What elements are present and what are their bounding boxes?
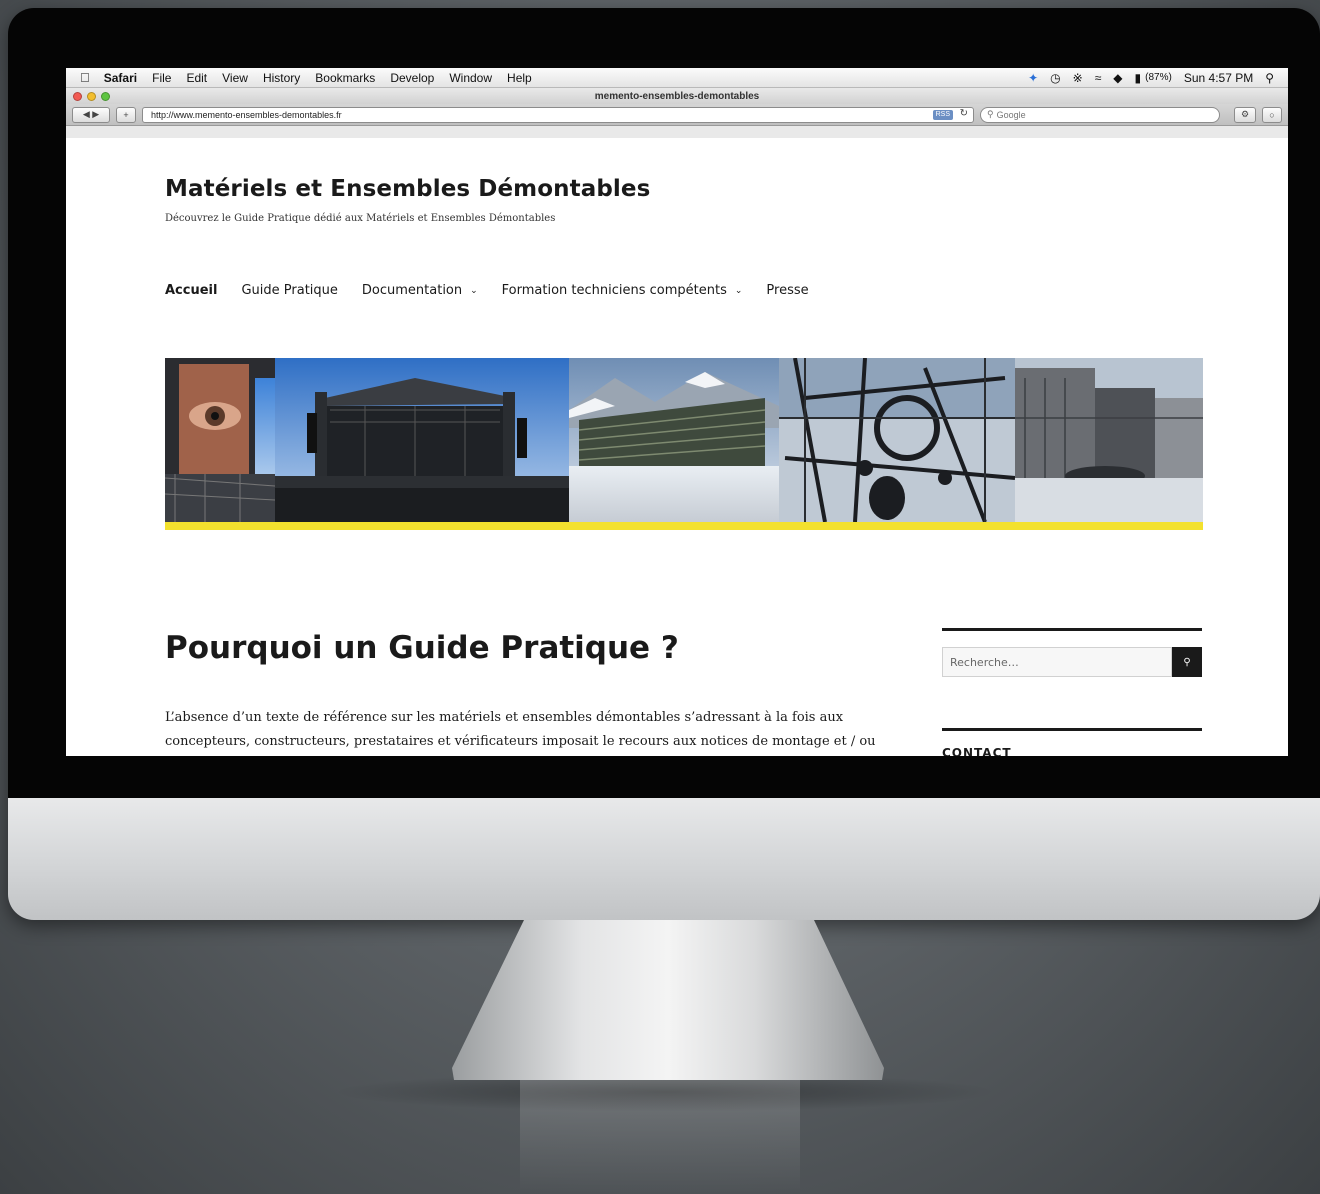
window-titlebar: memento-ensembles-demontables <box>66 88 1288 104</box>
back-forward-button[interactable]: ◀ ▶ <box>72 106 110 123</box>
web-page: Matériels et Ensembles Démontables Décou… <box>66 146 1288 756</box>
menu-window[interactable]: Window <box>449 71 492 85</box>
window-title: memento-ensembles-demontables <box>594 90 760 102</box>
monitor-stand <box>452 920 884 1080</box>
browser-search-placeholder: Google <box>996 109 1026 120</box>
banner-photo-grandstand <box>569 358 779 522</box>
nav-label: Documentation <box>361 283 463 298</box>
sidebar-divider <box>942 728 1202 731</box>
menu-help[interactable]: Help <box>507 71 532 85</box>
address-url: http://www.memento-ensembles-demontables… <box>151 109 342 120</box>
imac-monitor:  Safari File Edit View History Bookmark… <box>8 8 1320 920</box>
battery-percent: (87%) <box>1145 72 1172 83</box>
apple-icon[interactable]:  <box>80 70 90 85</box>
extension-icon[interactable]: ⚙ <box>1234 106 1256 123</box>
nav-label: Formation techniciens compétents <box>501 283 727 298</box>
browser-toolbar: ◀ ▶ + http://www.memento-ensembles-demon… <box>66 104 1288 126</box>
page-top-gap <box>66 126 1288 138</box>
bird-icon[interactable]: ✦ <box>1028 71 1038 85</box>
add-bookmark-button[interactable]: + <box>116 106 136 123</box>
banner-photo-stage <box>275 358 569 522</box>
banner-photo-eye <box>165 358 276 522</box>
chevron-down-icon: ⌄ <box>734 285 743 296</box>
nav-item-accueil[interactable]: Accueil <box>165 283 217 298</box>
monitor-chin <box>8 798 1320 920</box>
bluetooth-icon[interactable]: ※ <box>1073 71 1083 85</box>
banner-accent-bar <box>165 522 1203 530</box>
menu-bookmarks[interactable]: Bookmarks <box>315 71 375 85</box>
sidebar-search-placeholder: Recherche… <box>950 655 1019 669</box>
reload-icon[interactable]: ↻ <box>960 108 968 119</box>
search-icon: ⚲ <box>1183 656 1191 668</box>
menu-app-name[interactable]: Safari <box>104 71 137 85</box>
menu-file[interactable]: File <box>152 71 171 85</box>
nav-label: Guide Pratique <box>241 283 338 298</box>
menu-edit[interactable]: Edit <box>186 71 207 85</box>
sidebar-contact-heading: CONTACT <box>942 746 1012 756</box>
browser-search-field[interactable]: ⚲ Google <box>980 106 1220 123</box>
nav-label: Presse <box>766 283 809 298</box>
nav-item-documentation[interactable]: Documentation ⌄ <box>362 283 478 298</box>
nav-item-guide-pratique[interactable]: Guide Pratique <box>241 283 337 298</box>
article-paragraph: L’absence d’un texte de référence sur le… <box>165 710 876 749</box>
nav-item-presse[interactable]: Presse <box>766 283 808 298</box>
menu-history[interactable]: History <box>263 71 300 85</box>
article-heading: Pourquoi un Guide Pratique ? <box>165 630 679 666</box>
chevron-down-icon: ⌄ <box>470 285 478 296</box>
sidebar-search-button[interactable]: ⚲ <box>1172 647 1202 677</box>
time-machine-icon[interactable]: ◷ <box>1050 71 1060 85</box>
wifi-icon[interactable]: ≈ <box>1095 71 1102 85</box>
main-navigation: Accueil Guide Pratique Documentation ⌄ Fo… <box>165 283 809 298</box>
floor-reflection <box>520 1080 800 1194</box>
volume-icon[interactable]: ◆ <box>1113 71 1122 85</box>
menubar-status-area: ✦ ◷ ※ ≈ ◆ ▮ (87%) Sun 4:57 PM ⚲ <box>1028 71 1288 85</box>
address-bar[interactable]: http://www.memento-ensembles-demontables… <box>142 106 974 123</box>
menubar-clock[interactable]: Sun 4:57 PM <box>1184 71 1253 85</box>
menu-view[interactable]: View <box>222 71 248 85</box>
spotlight-icon[interactable]: ⚲ <box>1265 71 1274 85</box>
site-tagline: Découvrez le Guide Pratique dédié aux Ma… <box>165 213 556 224</box>
sidebar-divider <box>942 628 1202 631</box>
banner-photo-stage-set <box>1015 358 1203 522</box>
menu-develop[interactable]: Develop <box>390 71 434 85</box>
nav-item-formation[interactable]: Formation techniciens compétents ⌄ <box>502 283 743 298</box>
banner-photo-rigging <box>779 358 1016 522</box>
header-banner-image <box>165 358 1203 532</box>
macos-menubar:  Safari File Edit View History Bookmark… <box>66 68 1288 88</box>
rss-badge[interactable]: RSS <box>932 109 953 120</box>
search-icon: ⚲ <box>987 109 994 119</box>
banner-collage <box>165 358 1203 522</box>
nav-label: Accueil <box>165 283 218 298</box>
sidebar-search-input[interactable]: Recherche… <box>942 647 1172 677</box>
site-title[interactable]: Matériels et Ensembles Démontables <box>165 176 650 202</box>
screen:  Safari File Edit View History Bookmark… <box>66 68 1288 756</box>
settings-icon[interactable]: ○ <box>1262 106 1282 123</box>
battery-icon[interactable]: ▮ <box>1135 71 1142 85</box>
